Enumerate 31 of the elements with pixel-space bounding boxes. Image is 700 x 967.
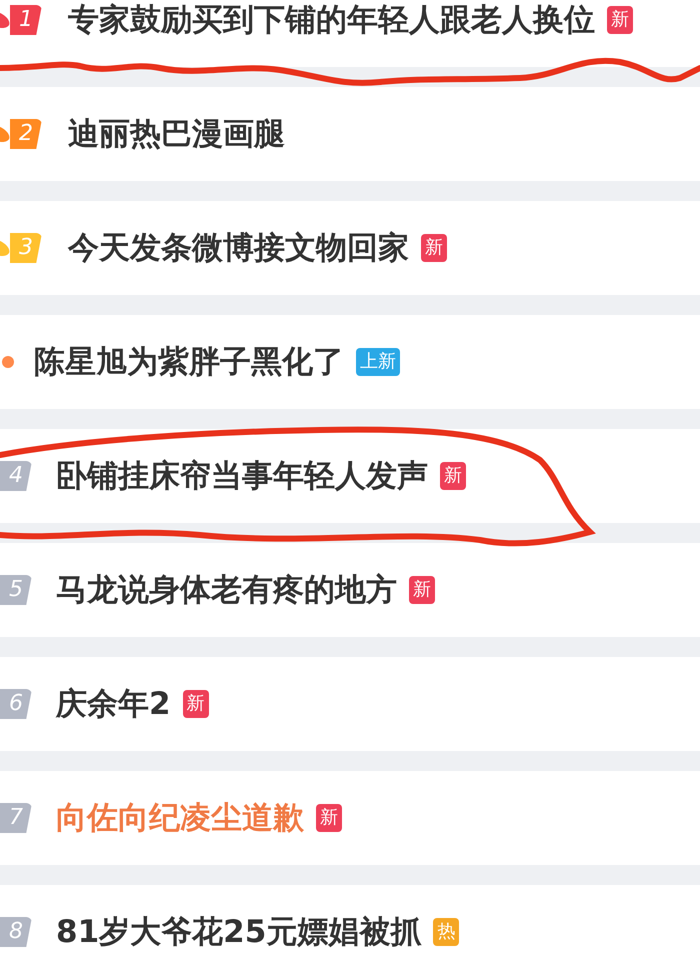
- topic-title: 卧铺挂床帘当事年轻人发声: [56, 457, 428, 496]
- topic-title: 专家鼓励买到下铺的年轻人跟老人换位: [68, 1, 595, 40]
- list-item[interactable]: 5 马龙说身体老有疼的地方 新: [0, 543, 700, 637]
- list-item[interactable]: 1 专家鼓励买到下铺的年轻人跟老人换位 新: [0, 0, 700, 67]
- list-item[interactable]: 7 向佐向纪凌尘道歉 新: [0, 771, 700, 865]
- topic-tag: 新: [607, 6, 633, 34]
- rank-badge: 7: [0, 803, 32, 833]
- topic-title: 今天发条微博接文物回家: [68, 229, 409, 268]
- topic-tag: 新: [182, 690, 209, 718]
- list-item[interactable]: 4 卧铺挂床帘当事年轻人发声 新: [0, 429, 700, 523]
- topic-title: 马龙说身体老有疼的地方: [56, 571, 397, 610]
- topic-tag: 上新: [356, 348, 400, 376]
- list-item[interactable]: 8 81岁大爷花25元嫖娼被抓 热: [0, 885, 700, 967]
- rank-badge: 8: [0, 917, 32, 947]
- topic-title: 庆余年2: [56, 685, 171, 724]
- list-item[interactable]: 6 庆余年2 新: [0, 657, 700, 751]
- topic-tag: 新: [316, 804, 342, 832]
- topic-tag: 新: [409, 576, 435, 604]
- rank-badge: 6: [0, 689, 32, 719]
- topic-tag: 新: [421, 234, 447, 262]
- topic-title: 迪丽热巴漫画腿: [68, 115, 285, 154]
- topic-tag: 热: [433, 918, 460, 946]
- topic-title: 陈星旭为紫胖子黑化了: [34, 343, 344, 382]
- list-item[interactable]: 2 迪丽热巴漫画腿: [0, 87, 700, 181]
- rank-badge: 5: [0, 575, 32, 605]
- topic-tag: 新: [440, 462, 466, 490]
- list-item[interactable]: 3 今天发条微博接文物回家 新: [0, 201, 700, 295]
- list-item[interactable]: 陈星旭为紫胖子黑化了 上新: [0, 315, 700, 409]
- topic-title: 81岁大爷花25元嫖娼被抓: [56, 913, 422, 952]
- topic-title: 向佐向纪凌尘道歉: [56, 799, 304, 838]
- rank-badge: 4: [0, 461, 32, 491]
